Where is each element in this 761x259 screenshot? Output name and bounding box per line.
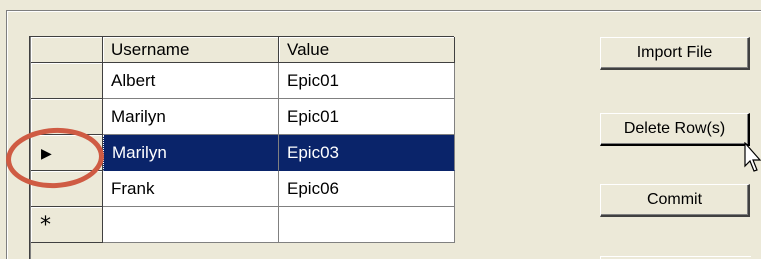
- value-cell[interactable]: Epic03: [279, 135, 455, 171]
- username-cell[interactable]: [103, 207, 279, 243]
- row-header-cell[interactable]: *: [31, 207, 103, 243]
- group-box-highlight-left: [7, 11, 8, 259]
- commit-button[interactable]: Commit: [600, 184, 750, 217]
- username-cell[interactable]: Albert: [103, 63, 279, 99]
- new-row-icon: *: [40, 213, 51, 238]
- table-row[interactable]: Frank Epic06: [31, 171, 455, 207]
- mouse-pointer-icon: [744, 142, 761, 172]
- username-cell[interactable]: Frank: [103, 171, 279, 207]
- row-header-cell[interactable]: [31, 63, 103, 99]
- column-header-username[interactable]: Username: [103, 37, 279, 63]
- corner-header-cell[interactable]: [31, 37, 103, 63]
- import-file-button[interactable]: Import File: [600, 37, 750, 70]
- table-row-new[interactable]: *: [31, 207, 455, 243]
- table-row[interactable]: Marilyn Epic01: [31, 99, 455, 135]
- group-box-highlight: [7, 11, 761, 12]
- value-cell[interactable]: Epic01: [279, 63, 455, 99]
- value-cell[interactable]: Epic06: [279, 171, 455, 207]
- username-cell[interactable]: Marilyn: [103, 135, 279, 171]
- value-cell[interactable]: Epic01: [279, 99, 455, 135]
- grid-header-row: Username Value: [31, 37, 455, 63]
- value-cell[interactable]: [279, 207, 455, 243]
- table-row[interactable]: Albert Epic01: [31, 63, 455, 99]
- column-header-value[interactable]: Value: [279, 37, 455, 63]
- username-cell[interactable]: Marilyn: [103, 99, 279, 135]
- form-window: Username Value Albert Epic01 Marilyn Epi…: [0, 0, 761, 259]
- delete-rows-button[interactable]: Delete Row(s): [600, 113, 750, 146]
